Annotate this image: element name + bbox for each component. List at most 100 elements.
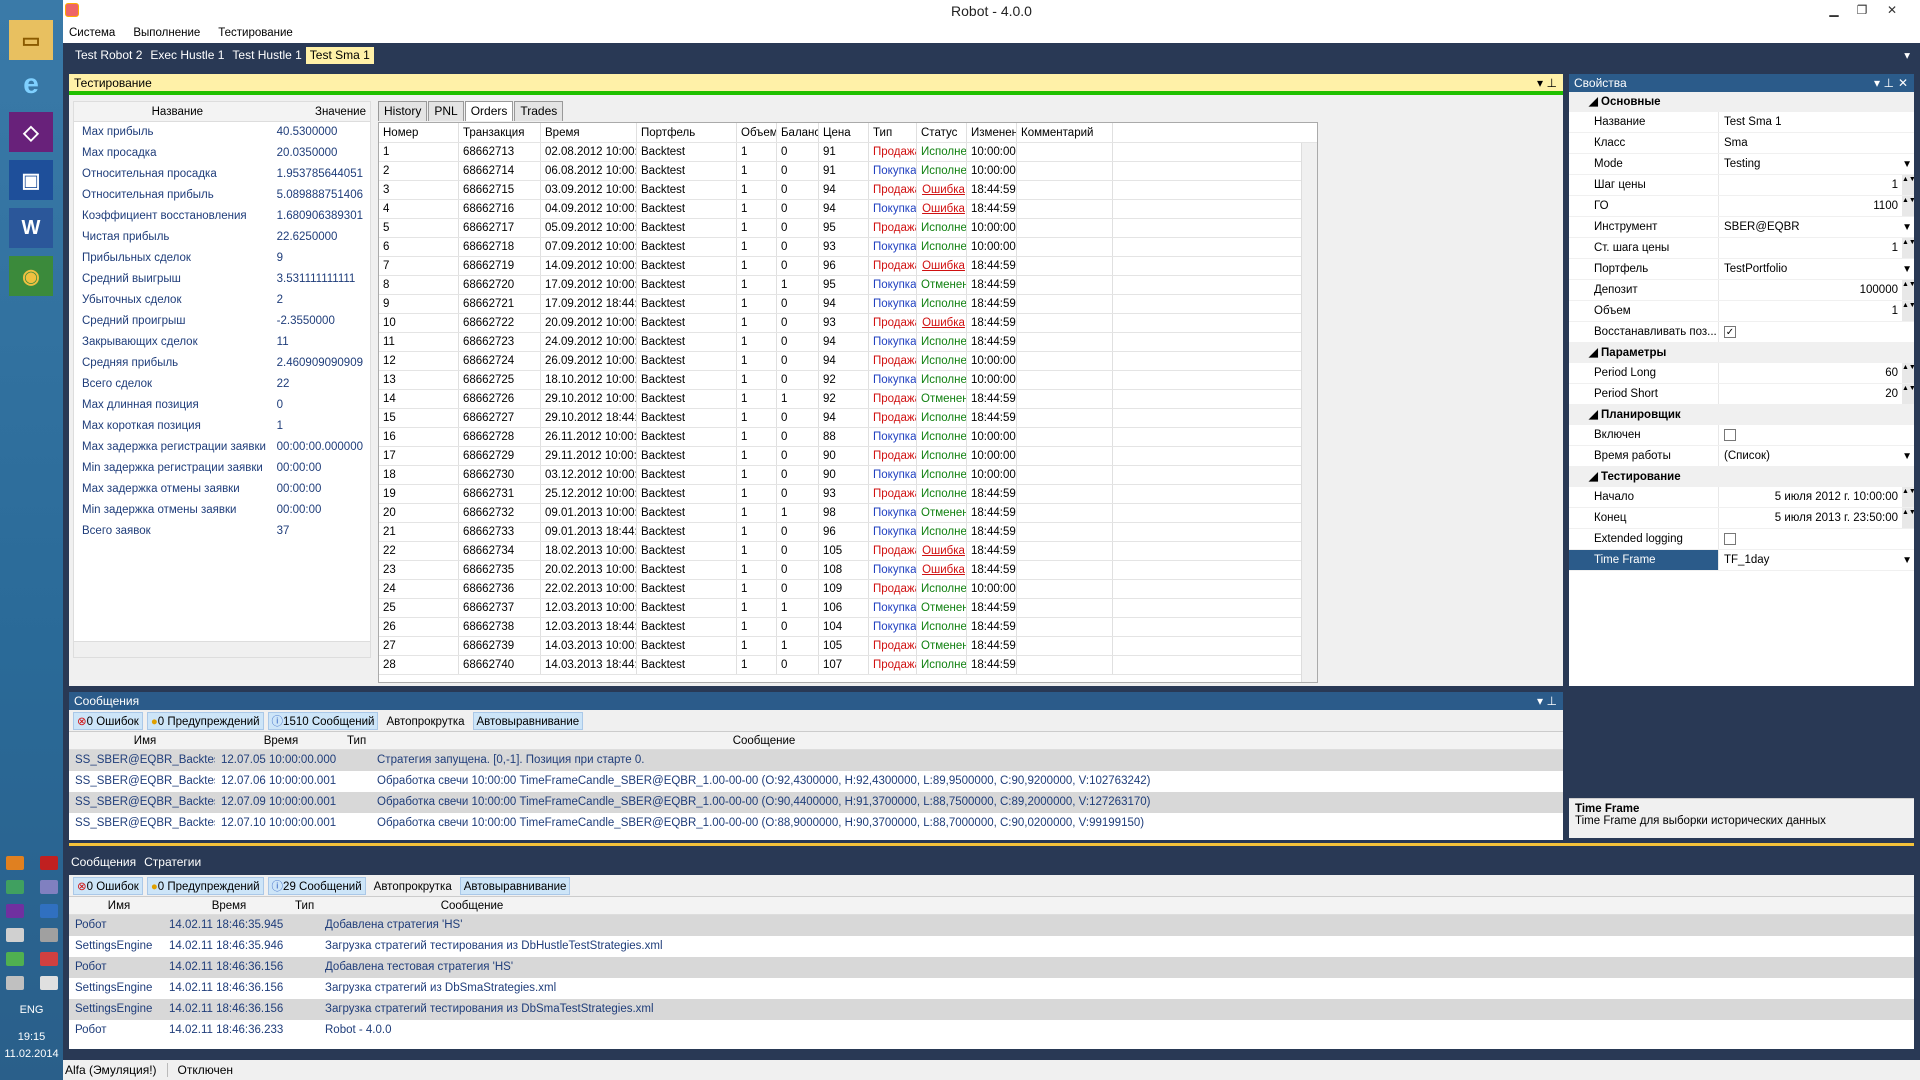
spin-arrows-icon[interactable]: ▲▼ bbox=[1902, 384, 1914, 404]
property-row[interactable]: Название Test Sma 1 bbox=[1569, 112, 1914, 133]
property-row[interactable]: Extended logging bbox=[1569, 529, 1914, 550]
col-type[interactable]: Тип bbox=[341, 732, 371, 749]
property-row[interactable]: Время работы (Список) ▼ bbox=[1569, 446, 1914, 467]
property-value[interactable]: ✓ bbox=[1719, 322, 1914, 342]
order-col-header[interactable]: Комментарий bbox=[1017, 123, 1113, 142]
doc-tab-test-hustle-1[interactable]: Test Hustle 1 bbox=[228, 47, 305, 64]
property-value[interactable]: 100000 ▲▼ bbox=[1719, 280, 1914, 300]
stats-row[interactable]: Прибыльных сделок 9 bbox=[74, 248, 370, 269]
order-col-header[interactable]: Тип bbox=[869, 123, 917, 142]
stats-row[interactable]: Средний выигрыш 3.531111111111 bbox=[74, 269, 370, 290]
spin-arrows-icon[interactable]: ▲▼ bbox=[1902, 280, 1914, 300]
property-value[interactable]: SBER@EQBR ▼ bbox=[1719, 217, 1914, 237]
bottom-col-type[interactable]: Тип bbox=[289, 897, 319, 914]
tab-history[interactable]: History bbox=[378, 101, 428, 121]
order-row[interactable]: 206866273209.01.2013 10:00:00Backtest119… bbox=[379, 504, 1317, 523]
dropdown-arrow-icon[interactable]: ▼ bbox=[1902, 154, 1912, 174]
tray-shield-icon[interactable] bbox=[6, 952, 24, 966]
stats-row[interactable]: Min задержка регистрации заявки 00:00:00 bbox=[74, 458, 370, 479]
tab-messages[interactable]: Сообщения bbox=[71, 855, 136, 872]
col-name[interactable]: Имя bbox=[69, 732, 215, 749]
property-value[interactable]: 5 июля 2013 г. 23:50:00 ▲▼ bbox=[1719, 508, 1914, 528]
order-row[interactable]: 236866273520.02.2013 10:00:00Backtest101… bbox=[379, 561, 1317, 580]
message-row[interactable]: SS_SBER@EQBR_Backtest 12.07.05 10:00:00.0… bbox=[69, 750, 1563, 771]
doc-tab-test-robot-2[interactable]: Test Robot 2 bbox=[71, 47, 146, 64]
msg-menu-icon[interactable]: ▾ bbox=[1537, 692, 1543, 710]
tab-strategies[interactable]: Стратегии bbox=[144, 855, 201, 872]
property-row[interactable]: Period Short 20 ▲▼ bbox=[1569, 384, 1914, 405]
order-row[interactable]: 286866274014.03.2013 18:44:59Backtest101… bbox=[379, 656, 1317, 675]
bottom-autoscroll-button[interactable]: Автопрокрутка bbox=[370, 877, 456, 895]
stats-row[interactable]: Закрывающих сделок 11 bbox=[74, 332, 370, 353]
clock-date[interactable]: 11.02.2014 bbox=[0, 1047, 63, 1062]
stats-row[interactable]: Чистая прибыль 22.6250000 bbox=[74, 227, 370, 248]
tray-br-icon[interactable] bbox=[6, 856, 24, 870]
restore-button[interactable]: ❐ bbox=[1850, 0, 1874, 20]
order-col-header[interactable]: Изменен bbox=[967, 123, 1017, 142]
property-value[interactable]: 1100 ▲▼ bbox=[1719, 196, 1914, 216]
order-col-header[interactable]: Статус bbox=[917, 123, 967, 142]
order-row[interactable]: 196866273125.12.2012 10:00:00Backtest109… bbox=[379, 485, 1317, 504]
message-row[interactable]: SS_SBER@EQBR_Backtest 12.07.06 10:00:00.0… bbox=[69, 771, 1563, 792]
bottom-autoalign-button[interactable]: Автовыравнивание bbox=[459, 876, 571, 895]
messages-filter-button[interactable]: ⓘ1510 Сообщений bbox=[267, 711, 379, 730]
property-row[interactable]: Ст. шага цены 1 ▲▼ bbox=[1569, 238, 1914, 259]
property-value[interactable]: Sma bbox=[1719, 133, 1914, 153]
property-row[interactable]: Конец 5 июля 2013 г. 23:50:00 ▲▼ bbox=[1569, 508, 1914, 529]
language-indicator[interactable]: ENG bbox=[0, 1004, 63, 1016]
order-row[interactable]: 16866271302.08.2012 10:00:00Backtest1091… bbox=[379, 143, 1317, 162]
stats-row[interactable]: Max короткая позиция 1 bbox=[74, 416, 370, 437]
log-row[interactable]: SettingsEngine 14.02.11 18:46:35.946 Загру… bbox=[69, 936, 1914, 957]
property-value[interactable] bbox=[1719, 529, 1914, 549]
volume-icon[interactable] bbox=[40, 976, 58, 990]
stats-row[interactable]: Относительная просадка 1.953785644051 bbox=[74, 164, 370, 185]
minimize-button[interactable]: ▁ bbox=[1822, 0, 1846, 20]
property-row[interactable]: Класс Sma bbox=[1569, 133, 1914, 154]
bottom-errors-button[interactable]: ⊗0 Ошибок bbox=[73, 876, 143, 895]
message-row[interactable]: SS_SBER@EQBR_Backtest 12.07.10 10:00:00.0… bbox=[69, 813, 1563, 834]
col-message[interactable]: Сообщение bbox=[371, 732, 1151, 749]
doc-tab-test-sma-1[interactable]: Test Sma 1 bbox=[305, 46, 374, 64]
order-col-header[interactable]: Цена bbox=[819, 123, 869, 142]
order-row[interactable]: 96866272117.09.2012 18:44:59Backtest1094… bbox=[379, 295, 1317, 314]
tab-pnl[interactable]: PNL bbox=[428, 101, 464, 121]
stats-row[interactable]: Max задержка отмены заявки 00:00:00 bbox=[74, 479, 370, 500]
tray-flag-icon[interactable] bbox=[40, 952, 58, 966]
order-row[interactable]: 106866272220.09.2012 10:00:00Backtest109… bbox=[379, 314, 1317, 333]
word-icon[interactable]: W bbox=[9, 208, 53, 248]
property-row[interactable]: Шаг цены 1 ▲▼ bbox=[1569, 175, 1914, 196]
msg-pin-icon[interactable]: ⊥ bbox=[1547, 692, 1557, 710]
order-row[interactable]: 76866271914.09.2012 10:00:00Backtest1096… bbox=[379, 257, 1317, 276]
spin-arrows-icon[interactable]: ▲▼ bbox=[1902, 363, 1914, 383]
property-row[interactable]: Портфель TestPortfolio ▼ bbox=[1569, 259, 1914, 280]
property-checkbox[interactable] bbox=[1724, 533, 1736, 545]
props-close-icon[interactable]: ✕ bbox=[1898, 74, 1908, 92]
property-row[interactable]: Включен bbox=[1569, 425, 1914, 446]
order-row[interactable]: 276866273914.03.2013 10:00:00Backtest111… bbox=[379, 637, 1317, 656]
order-row[interactable]: 176866272929.11.2012 10:00:00Backtest109… bbox=[379, 447, 1317, 466]
property-row[interactable]: Объем 1 ▲▼ bbox=[1569, 301, 1914, 322]
visual-studio-icon[interactable]: ◇ bbox=[9, 112, 53, 152]
stats-col-value[interactable]: Значение bbox=[273, 102, 370, 121]
menu-execution[interactable]: Выполнение bbox=[133, 27, 200, 39]
property-value[interactable]: 1 ▲▼ bbox=[1719, 301, 1914, 321]
spin-arrows-icon[interactable]: ▲▼ bbox=[1902, 301, 1914, 321]
order-row[interactable]: 46866271604.09.2012 10:00:00Backtest1094… bbox=[379, 200, 1317, 219]
property-value[interactable]: Testing ▼ bbox=[1719, 154, 1914, 174]
stats-horizontal-scrollbar[interactable] bbox=[74, 641, 370, 657]
property-row[interactable]: Депозит 100000 ▲▼ bbox=[1569, 280, 1914, 301]
bottom-col-name[interactable]: Имя bbox=[69, 897, 163, 914]
stats-row[interactable]: Max прибыль 40.5300000 bbox=[74, 122, 370, 143]
order-row[interactable]: 126866272426.09.2012 10:00:00Backtest109… bbox=[379, 352, 1317, 371]
spin-arrows-icon[interactable]: ▲▼ bbox=[1902, 508, 1914, 528]
property-value[interactable]: 20 ▲▼ bbox=[1719, 384, 1914, 404]
spin-arrows-icon[interactable]: ▲▼ bbox=[1902, 487, 1914, 507]
stats-row[interactable]: Коэффициент восстановления 1.680906389301 bbox=[74, 206, 370, 227]
file-explorer-icon[interactable]: ▭ bbox=[9, 20, 53, 60]
stats-row[interactable]: Всего заявок 37 bbox=[74, 521, 370, 542]
property-value[interactable]: 60 ▲▼ bbox=[1719, 363, 1914, 383]
onenote-icon[interactable] bbox=[6, 904, 24, 918]
panel-menu-icon[interactable]: ▾ bbox=[1537, 74, 1543, 92]
property-value[interactable]: TestPortfolio ▼ bbox=[1719, 259, 1914, 279]
property-checkbox[interactable]: ✓ bbox=[1724, 326, 1736, 338]
